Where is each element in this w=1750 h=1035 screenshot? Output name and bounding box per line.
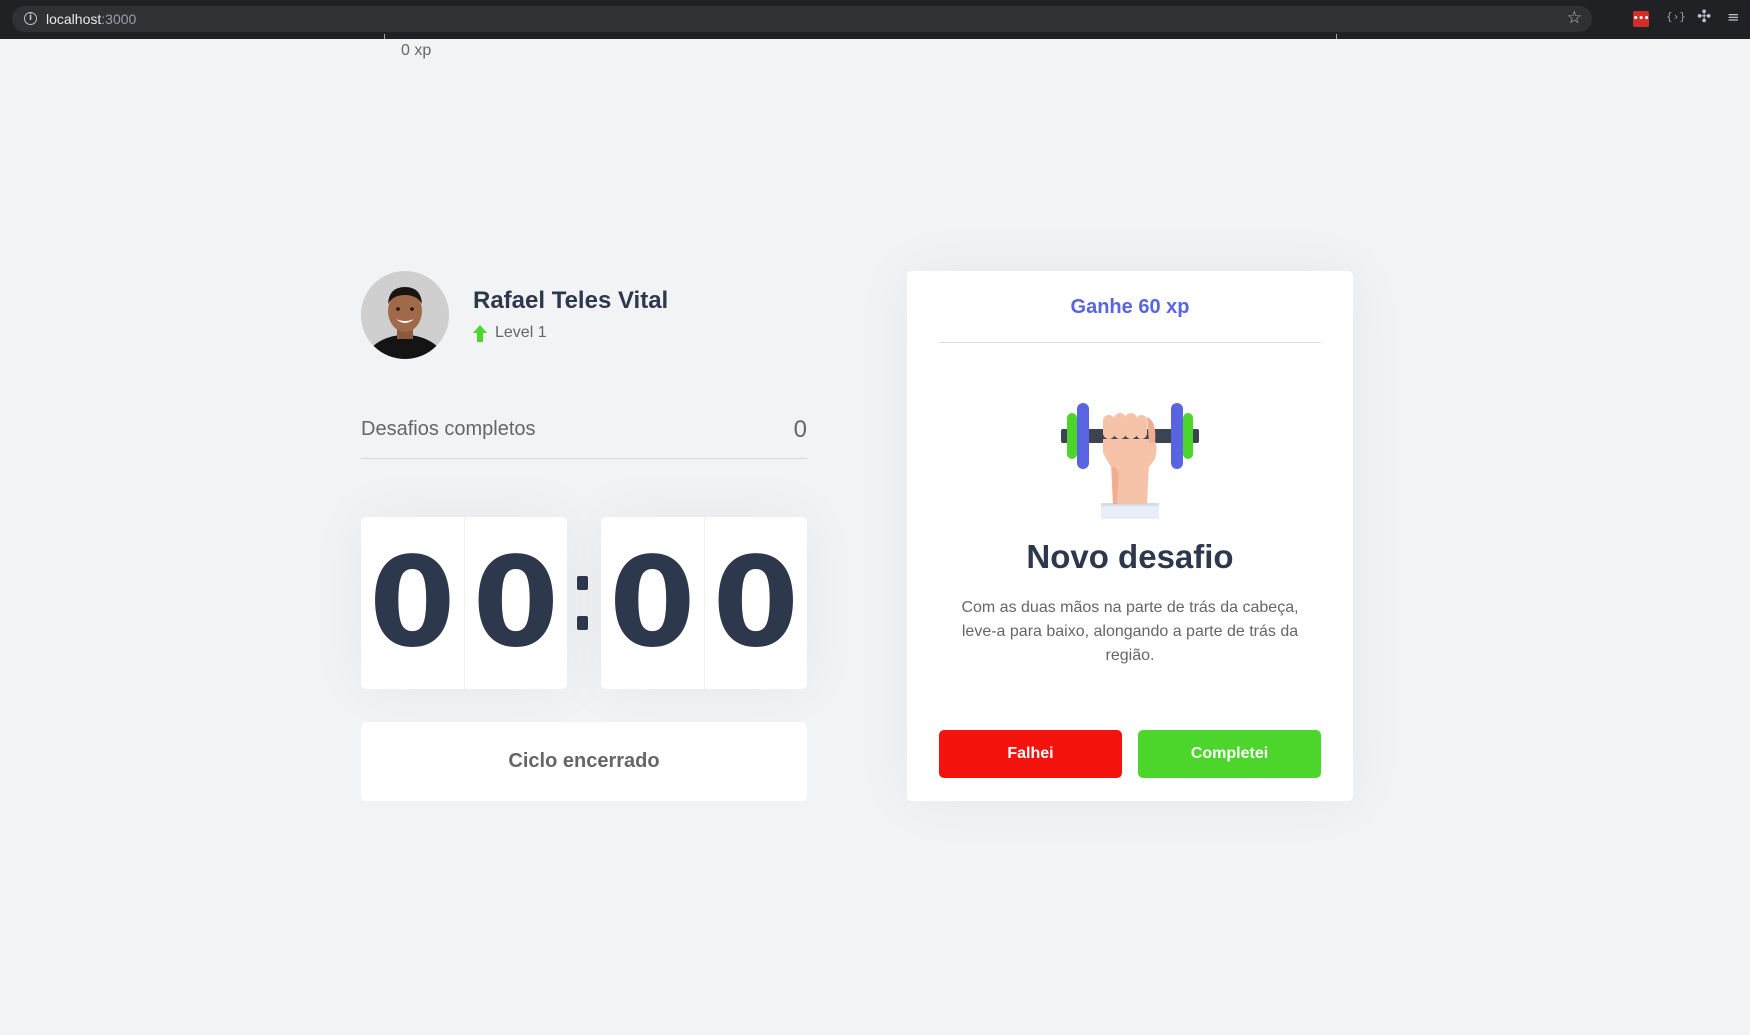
countdown-minutes: 0 0 bbox=[361, 517, 567, 689]
challenge-failed-button[interactable]: Falhei bbox=[939, 730, 1122, 778]
completed-challenges-label: Desafios completos bbox=[361, 418, 536, 440]
devtools-extension-icon[interactable]: {›} bbox=[1666, 10, 1686, 23]
info-icon[interactable]: i bbox=[24, 12, 37, 25]
completed-challenges-count: 0 bbox=[793, 416, 807, 443]
browser-toolbar: i localhost:3000 ☆ ••• {›} ✣ ≡ bbox=[0, 0, 1750, 39]
challenge-succeeded-button[interactable]: Completei bbox=[1138, 730, 1321, 778]
star-icon[interactable]: ☆ bbox=[1567, 8, 1582, 28]
extensions-puzzle-icon[interactable]: ✣ bbox=[1697, 7, 1711, 27]
experience-bar-start-tick bbox=[384, 34, 385, 39]
completed-challenges: Desafios completos 0 bbox=[361, 412, 807, 459]
avatar bbox=[361, 271, 449, 359]
url-host: localhost bbox=[46, 11, 102, 27]
challenge-title: Novo desafio bbox=[1026, 538, 1234, 575]
level-text: Level 1 bbox=[495, 324, 547, 341]
reading-list-icon[interactable]: ≡ bbox=[1727, 8, 1740, 26]
seconds-tens-digit: 0 bbox=[609, 531, 696, 675]
url-port: :3000 bbox=[101, 11, 137, 27]
avatar-image bbox=[361, 271, 449, 359]
challenge-reward: Ganhe 60 xp bbox=[939, 271, 1321, 343]
profile-name: Rafael Teles Vital bbox=[473, 287, 669, 314]
countdown-seconds: 0 0 bbox=[601, 517, 807, 689]
address-bar[interactable]: i localhost:3000 ☆ bbox=[12, 6, 1592, 32]
challenge-box: Ganhe 60 xp Novo desafio Com as duas mão… bbox=[907, 271, 1353, 801]
level-up-arrow-icon bbox=[473, 324, 487, 342]
countdown-separator bbox=[577, 576, 588, 632]
current-experience-label: 0 xp bbox=[401, 42, 432, 59]
experience-bar-end-tick bbox=[1336, 34, 1337, 39]
lastpass-extension-icon[interactable]: ••• bbox=[1633, 11, 1649, 27]
cycle-finished-button[interactable]: Ciclo encerrado bbox=[361, 722, 807, 801]
seconds-ones-digit: 0 bbox=[703, 517, 808, 689]
minutes-tens-digit: 0 bbox=[369, 531, 456, 675]
challenge-description: Com as duas mãos na parte de trás da cab… bbox=[961, 599, 1299, 664]
url-text[interactable]: localhost:3000 bbox=[46, 11, 136, 27]
profile-level: Level 1 bbox=[473, 323, 547, 343]
dumbbell-icon bbox=[1061, 403, 1199, 519]
minutes-ones-digit: 0 bbox=[463, 517, 568, 689]
